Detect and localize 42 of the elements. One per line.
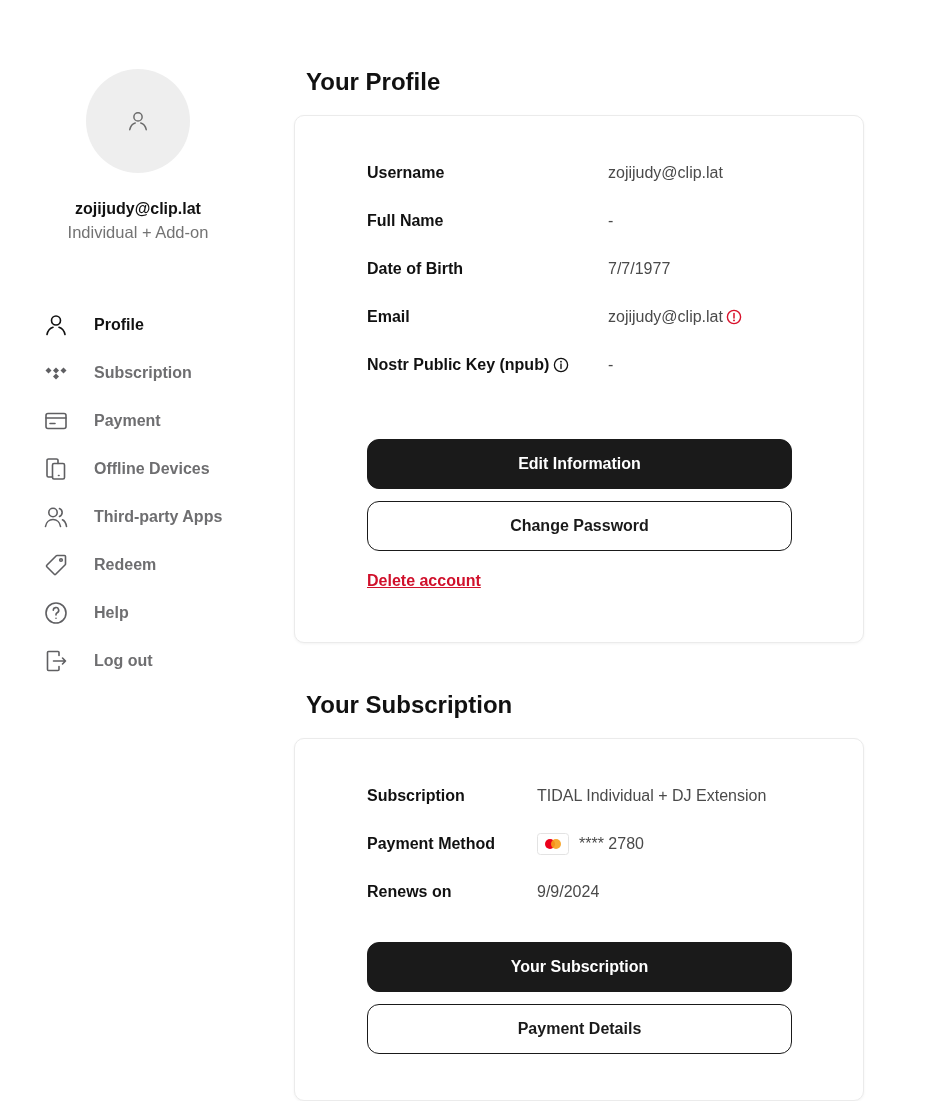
field-label: Payment Method [367,835,495,853]
tag-icon [44,553,68,577]
nav-item[interactable]: Subscription [30,349,192,397]
nav-item[interactable]: Offline Devices [30,445,210,493]
devices-icon [44,457,68,481]
card-brand-icon [537,833,569,855]
person-icon [127,110,149,132]
people-icon [44,505,68,529]
field-value: zojijudy@clip.lat [608,308,723,326]
outline-button[interactable]: Payment Details [367,1004,792,1054]
field-value: 9/9/2024 [537,883,600,901]
field-label: Date of Birth [367,260,463,278]
field-value: TIDAL Individual + DJ Extension [537,787,767,805]
nav-item[interactable]: Payment [30,397,161,445]
nav-item[interactable]: Help [30,589,129,637]
section-title: Your Subscription [306,690,514,720]
field-value: **** 2780 [579,835,644,853]
field-label: Subscription [367,787,465,805]
account-plan: Individual + Add-on [67,222,209,242]
primary-button[interactable]: Edit Information [367,439,792,489]
help-icon [44,601,68,625]
field-value: zojijudy@clip.lat [608,164,723,182]
account-username: zojijudy@clip.lat [75,199,201,219]
logout-icon [44,649,68,673]
field-value: - [608,212,614,230]
field-label: Username [367,164,445,182]
info-icon[interactable] [553,357,570,373]
field-label: Renews on [367,883,452,901]
field-value: - [608,356,614,374]
nav-item[interactable]: Log out [30,637,153,685]
nav-item[interactable]: Third-party Apps [30,493,223,541]
primary-button[interactable]: Your Subscription [367,942,792,992]
section-title: Your Profile [306,67,442,97]
person-icon [44,313,68,337]
field-label: Email [367,308,410,326]
delete-account-link[interactable]: Delete account [367,572,481,590]
outline-button[interactable]: Change Password [367,501,792,551]
nav-item[interactable]: Redeem [30,541,157,589]
field-label: Full Name [367,212,444,230]
field-value: 7/7/1977 [608,260,671,278]
field-label: Nostr Public Key (npub) [367,356,550,374]
nav-item[interactable]: Profile [30,301,144,349]
